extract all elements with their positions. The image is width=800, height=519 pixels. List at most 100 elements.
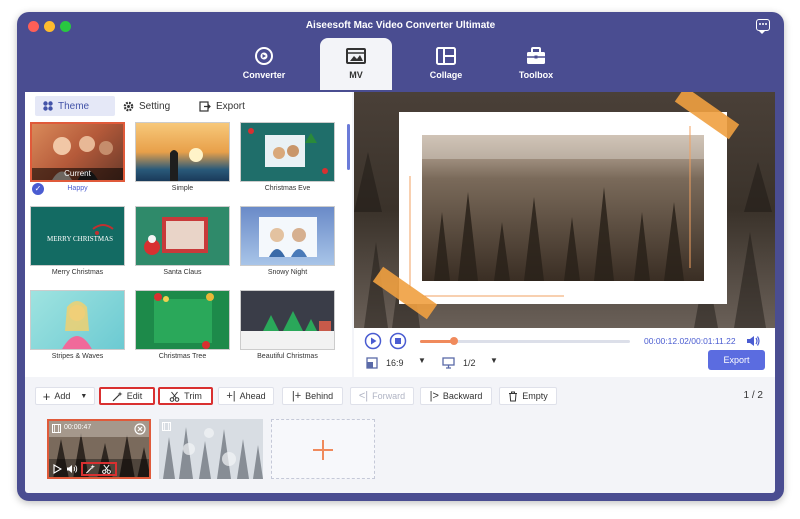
clip-item[interactable]: 00:00:47 — [47, 419, 151, 479]
snowy-night-image — [259, 217, 317, 257]
behind-button[interactable]: |+ Behind — [282, 387, 343, 405]
theme-thumbnail — [240, 290, 335, 350]
clip-duration: 00:00:47 — [64, 424, 92, 431]
aspect-ratio-icon — [366, 357, 378, 369]
collage-icon — [436, 47, 456, 65]
page-value[interactable]: 1/2 — [463, 358, 476, 368]
subtab-label: Export — [216, 100, 245, 112]
merry-christmas-text: MERRY CHRISTMAS — [47, 235, 113, 243]
theme-thumbnail — [135, 122, 230, 182]
subtab-label: Theme — [58, 100, 90, 112]
tab-label: Toolbox — [518, 70, 554, 80]
chevron-down-icon[interactable]: ▼ — [80, 393, 87, 400]
clip-toolbar: + Add ▼ Edit Trim +| Ahead |+ Behind <| — [25, 377, 775, 415]
forward-button[interactable]: <| Forward — [350, 387, 414, 405]
page-count: 1 / 2 — [743, 390, 763, 401]
ahead-label: Ahead — [239, 391, 266, 401]
clip-volume-icon[interactable] — [66, 464, 78, 474]
clip-strip: 00:00:47 — [25, 415, 775, 493]
theme-name: Simple — [171, 185, 194, 192]
title-bar: Aiseesoft Mac Video Converter Ultimate — [17, 12, 784, 40]
progress-handle[interactable] — [449, 337, 458, 345]
theme-item-happy[interactable]: Current ✓ Happy — [30, 122, 125, 206]
feedback-icon[interactable] — [756, 19, 770, 34]
theme-scrollbar[interactable] — [347, 124, 350, 170]
add-button[interactable]: + Add ▼ — [35, 387, 95, 405]
current-time: 00:00:12.02 — [644, 336, 689, 346]
theme-item-christmas-eve[interactable]: Christmas Eve — [240, 122, 335, 206]
film-icon — [52, 424, 61, 433]
player-controls: 00:00:12.02/00:01:11.22 16:9 ▼ 1/2 ▼ Exp… — [354, 328, 775, 377]
page-dropdown-icon[interactable]: ▼ — [490, 356, 498, 365]
current-badge: Current — [32, 168, 123, 180]
mv-icon — [346, 48, 366, 64]
mv-workspace: Theme Setting Export Current ✓ Happy Sim… — [25, 92, 775, 493]
tab-collage[interactable]: Collage — [410, 38, 482, 90]
theme-thumbnail — [135, 206, 230, 266]
backward-button[interactable]: |> Backward — [420, 387, 492, 405]
progress-fill — [420, 340, 454, 343]
theme-name: Stripes & Waves — [51, 353, 104, 360]
tab-label: Converter — [242, 70, 286, 80]
add-label: Add — [54, 391, 71, 401]
subtab-label: Setting — [139, 100, 171, 112]
clip-scissors-icon[interactable] — [101, 464, 112, 474]
theme-panel: Theme Setting Export Current ✓ Happy Sim… — [25, 92, 352, 377]
tab-converter[interactable]: Converter — [228, 38, 300, 90]
remove-clip-icon[interactable] — [134, 423, 146, 435]
main-tabs: Converter MV Collage Toolbox — [17, 38, 784, 90]
time-display: 00:00:12.02/00:01:11.22 — [644, 336, 736, 346]
theme-item-snowy-night[interactable]: Snowy Night — [240, 206, 335, 290]
tab-toolbox[interactable]: Toolbox — [500, 38, 572, 90]
forward-label: Forward — [372, 391, 406, 401]
play-button[interactable] — [364, 332, 382, 350]
trim-button[interactable]: Trim — [158, 387, 213, 405]
magic-wand-icon — [112, 391, 123, 401]
clip-play-icon[interactable] — [53, 464, 62, 474]
window-title: Aiseesoft Mac Video Converter Ultimate — [305, 20, 496, 31]
progress-track[interactable] — [420, 337, 630, 345]
volume-icon[interactable] — [746, 335, 760, 347]
tab-label: Collage — [429, 70, 463, 80]
beautiful-christmas-image — [241, 311, 334, 349]
app-window: Aiseesoft Mac Video Converter Ultimate C… — [17, 12, 784, 501]
behind-icon: |+ — [291, 390, 302, 402]
subtab-export[interactable]: Export — [191, 96, 253, 116]
theme-item-merry-christmas[interactable]: MERRY CHRISTMAS Merry Christmas — [30, 206, 125, 290]
toolbox-icon — [527, 47, 545, 64]
theme-name: Christmas Eve — [264, 185, 311, 192]
stop-button[interactable] — [389, 332, 407, 350]
aspect-ratio-value[interactable]: 16:9 — [386, 358, 404, 368]
trash-icon — [509, 391, 518, 401]
behind-label: Behind — [305, 391, 334, 401]
theme-item-stripes-waves[interactable]: Stripes & Waves — [30, 290, 125, 374]
theme-name: Christmas Tree — [158, 353, 207, 360]
empty-button[interactable]: Empty — [499, 387, 557, 405]
film-icon — [162, 422, 171, 431]
add-clip-button[interactable] — [271, 419, 375, 479]
theme-thumbnail — [240, 206, 335, 266]
theme-item-santa-claus[interactable]: Santa Claus — [135, 206, 230, 290]
ahead-button[interactable]: +| Ahead — [218, 387, 274, 405]
theme-name: Happy — [67, 185, 88, 192]
theme-item-simple[interactable]: Simple — [135, 122, 230, 206]
tab-mv[interactable]: MV — [320, 38, 392, 90]
theme-name: Santa Claus — [163, 269, 202, 276]
tab-label: MV — [349, 70, 363, 80]
subtab-theme[interactable]: Theme — [35, 96, 115, 116]
edit-button[interactable]: Edit — [99, 387, 155, 405]
backward-label: Backward — [442, 391, 483, 401]
theme-thumbnail — [240, 122, 335, 182]
plus-icon: + — [42, 388, 51, 404]
export-button[interactable]: Export — [708, 350, 765, 370]
theme-item-christmas-tree[interactable]: Christmas Tree — [135, 290, 230, 374]
clip-item[interactable] — [159, 419, 263, 479]
theme-name: Beautiful Christmas — [257, 353, 318, 360]
subtab-setting[interactable]: Setting — [115, 96, 178, 116]
export-icon — [199, 100, 211, 112]
clip-magic-wand-icon[interactable] — [85, 464, 96, 474]
empty-label: Empty — [522, 391, 548, 401]
gear-icon — [123, 101, 134, 111]
theme-item-beautiful-christmas[interactable]: Beautiful Christmas — [240, 290, 335, 374]
aspect-dropdown-icon[interactable]: ▼ — [418, 356, 426, 365]
